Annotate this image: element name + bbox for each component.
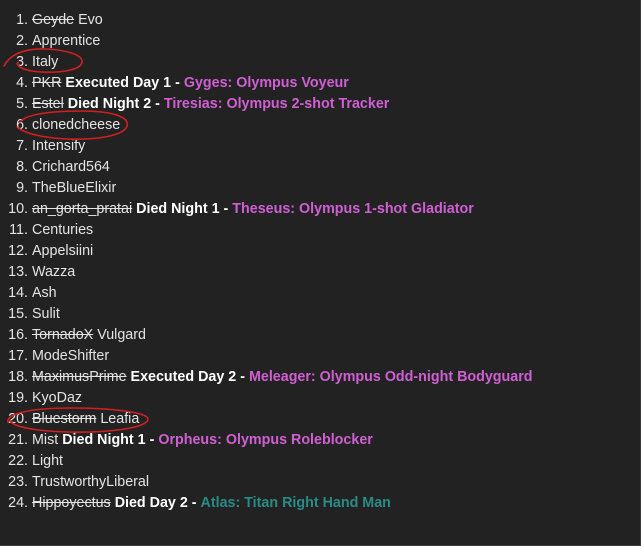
player-number: 14. (8, 285, 28, 301)
player-name: Evo (78, 12, 103, 28)
player-row: 7. Intensify (0, 136, 640, 157)
player-name: Ash (32, 285, 57, 301)
player-name: TrustworthyLiberal (32, 474, 150, 490)
death-status: Executed Day 1 - (65, 75, 180, 91)
player-row: 16. TornadoX Vulgard (0, 325, 640, 346)
player-row: 21. Mist Died Night 1 - Orpheus: Olympus … (0, 430, 640, 451)
player-row: 22. Light (0, 451, 640, 472)
player-number: 23. (8, 474, 28, 490)
player-name: Sulit (32, 306, 60, 322)
player-number: 12. (8, 243, 28, 259)
replaced-player-name: TornadoX (32, 327, 94, 343)
player-row: 10. an_gorta_pratai Died Night 1 - Theseus… (0, 199, 640, 220)
player-number: 7. (16, 138, 28, 154)
player-name: Appelsiini (32, 243, 94, 259)
player-row: 23. TrustworthyLiberal (0, 472, 640, 493)
player-row: 1. Geyde Evo (0, 10, 640, 31)
player-row: 24. Hippoyectus Died Day 2 - Atlas: Titan … (0, 493, 640, 514)
replaced-player-name: an_gorta_pratai (32, 201, 133, 217)
player-number: 9. (16, 180, 28, 196)
player-row: 3. Italy (0, 52, 640, 73)
player-number: 4. (16, 75, 28, 91)
post-content-panel: 1. Geyde Evo 2. Apprentice 3. Italy 4. PKR Execut… (0, 0, 641, 546)
player-name: Crichard564 (32, 159, 110, 175)
player-number: 24. (8, 495, 28, 511)
player-row: 18. MaximusPrime Executed Day 2 - Meleager… (0, 367, 640, 388)
death-status: Died Night 1 - (62, 432, 155, 448)
replaced-player-name: Hippoyectus (32, 495, 111, 511)
player-number: 16. (8, 327, 28, 343)
player-row: 19. KyoDaz (0, 388, 640, 409)
player-number: 2. (16, 33, 28, 49)
player-list: 1. Geyde Evo 2. Apprentice 3. Italy 4. PKR Execut… (0, 10, 640, 514)
replaced-player-name: Estel (32, 96, 64, 112)
player-name: Mist (32, 432, 59, 448)
death-status: Died Day 2 - (114, 495, 197, 511)
player-name: Centuries (32, 222, 94, 238)
player-number: 17. (8, 348, 28, 364)
death-status: Died Night 2 - (67, 96, 160, 112)
player-row: 5. Estel Died Night 2 - Tiresias: Olympus … (0, 94, 640, 115)
death-status: Executed Day 2 - (130, 369, 245, 385)
player-row: 20. Bluestorm Leafia (0, 409, 640, 430)
replaced-player-name: Bluestorm (32, 411, 97, 427)
player-name: Vulgard (97, 327, 146, 343)
player-number: 10. (8, 201, 28, 217)
player-number: 15. (8, 306, 28, 322)
player-name: Apprentice (32, 33, 101, 49)
player-number: 21. (8, 432, 28, 448)
player-number: 5. (16, 96, 28, 112)
player-row: 15. Sulit (0, 304, 640, 325)
player-number: 19. (8, 390, 28, 406)
player-row: 9. TheBlueElixir (0, 178, 640, 199)
player-number: 3. (16, 54, 28, 70)
player-row: 12. Appelsiini (0, 241, 640, 262)
player-row: 8. Crichard564 (0, 157, 640, 178)
player-name: Light (32, 453, 64, 469)
player-name: TheBlueElixir (32, 180, 117, 196)
player-number: 22. (8, 453, 28, 469)
revealed-role: Orpheus: Olympus Roleblocker (158, 432, 373, 448)
replaced-player-name: Geyde (32, 12, 75, 28)
replaced-player-name: MaximusPrime (32, 369, 127, 385)
player-row: 13. Wazza (0, 262, 640, 283)
player-number: 13. (8, 264, 28, 280)
player-number: 18. (8, 369, 28, 385)
player-row: 11. Centuries (0, 220, 640, 241)
player-name: clonedcheese (32, 117, 121, 133)
player-name: Intensify (32, 138, 86, 154)
player-row: 4. PKR Executed Day 1 - Gyges: Olympus Voy… (0, 73, 640, 94)
player-name: ModeShifter (32, 348, 110, 364)
revealed-role: Atlas: Titan Right Hand Man (200, 495, 391, 511)
player-row: 14. Ash (0, 283, 640, 304)
player-number: 8. (16, 159, 28, 175)
player-number: 20. (8, 411, 28, 427)
player-row: 17. ModeShifter (0, 346, 640, 367)
replaced-player-name: PKR (32, 75, 62, 91)
player-name: Wazza (32, 264, 76, 280)
player-name: Leafia (100, 411, 140, 427)
revealed-role: Tiresias: Olympus 2-shot Tracker (163, 96, 390, 112)
revealed-role: Meleager: Olympus Odd-night Bodyguard (248, 369, 533, 385)
player-row: 6. clonedcheese (0, 115, 640, 136)
revealed-role: Gyges: Olympus Voyeur (183, 75, 349, 91)
revealed-role: Theseus: Olympus 1-shot Gladiator (232, 201, 474, 217)
player-row: 2. Apprentice (0, 31, 640, 52)
player-number: 1. (16, 12, 28, 28)
death-status: Died Night 1 - (136, 201, 229, 217)
player-name: KyoDaz (32, 390, 83, 406)
player-name: Italy (32, 54, 59, 70)
player-number: 6. (16, 117, 28, 133)
player-number: 11. (9, 222, 28, 238)
